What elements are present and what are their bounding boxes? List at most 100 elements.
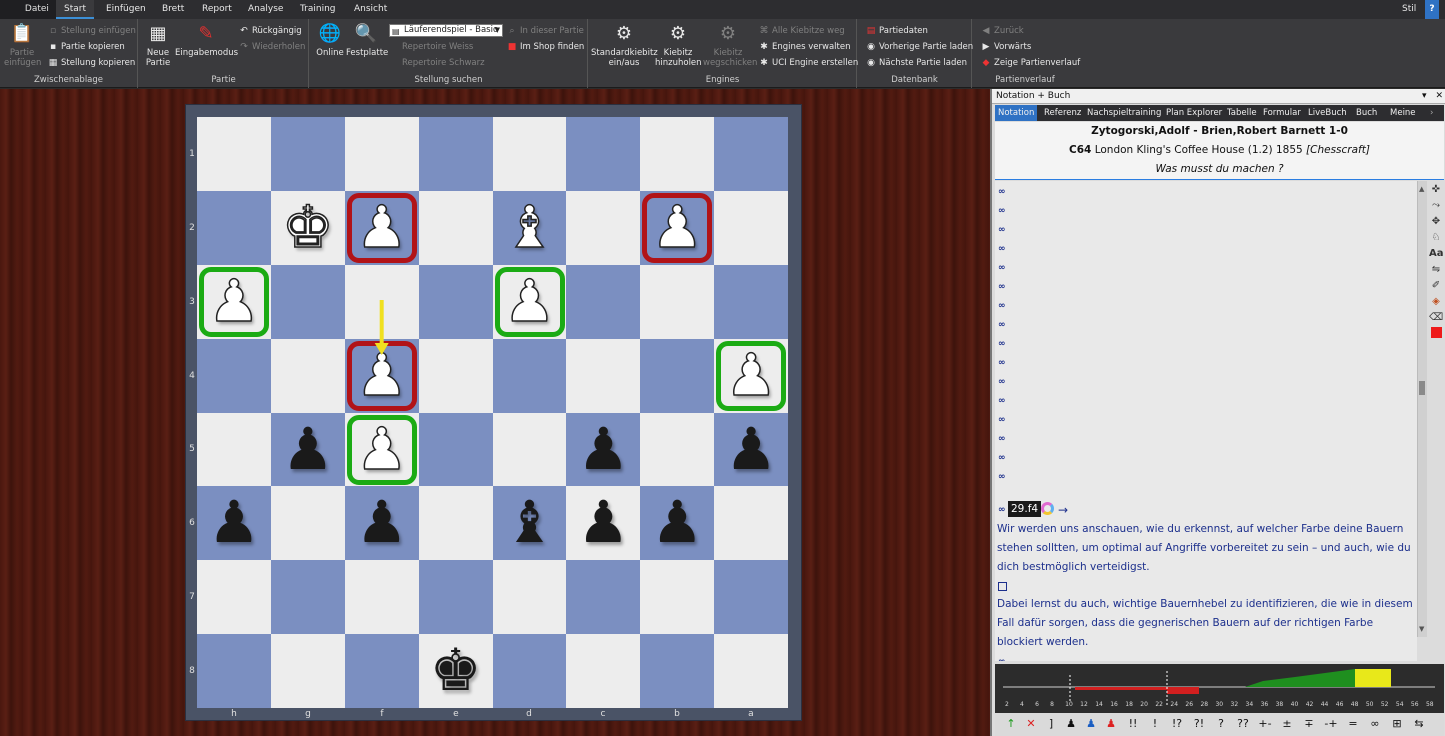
annotation-symbol-button[interactable]: +-	[1255, 715, 1275, 733]
in-this-game-button[interactable]: ⌕ In dieser Partie	[507, 24, 583, 38]
previous-game-button[interactable]: ◉ Vorherige Partie laden	[866, 40, 973, 54]
unclear-marker: ∞	[998, 187, 1006, 197]
accept-icon[interactable]: ↑	[1003, 715, 1019, 733]
annotation-symbol-button[interactable]: !?	[1167, 715, 1187, 733]
tab-buch[interactable]: Buch	[1353, 105, 1380, 121]
tab-ansicht[interactable]: Ansicht	[346, 0, 395, 19]
annotation-symbol-button[interactable]: ??	[1233, 715, 1253, 733]
tab-einfuegen[interactable]: Einfügen	[98, 0, 154, 19]
search-database-combo[interactable]: ▤ Läuferendspiel - Basic ▼	[389, 24, 503, 37]
delete-icon[interactable]: ✕	[1023, 715, 1039, 733]
toolbar-eraser-icon[interactable]: ⌫	[1429, 311, 1443, 325]
tab-start[interactable]: Start	[56, 0, 94, 19]
unclear-marker: ∞	[998, 358, 1006, 368]
copy-game-button[interactable]: ▪ Partie kopieren	[48, 40, 125, 54]
annotation-symbol-button[interactable]: -+	[1321, 715, 1341, 733]
eval-tick-label: 28	[1200, 701, 1209, 708]
copy-icon: ▪	[49, 42, 57, 52]
tab-livebuch[interactable]: LiveBuch	[1305, 105, 1350, 121]
file-label: g	[305, 709, 311, 719]
tab-formular[interactable]: Formular	[1260, 105, 1304, 121]
toolbar-annotate-icon[interactable]: ✜	[1429, 183, 1443, 197]
remove-kibitz-button[interactable]: ⚙ Kiebitz wegschicken	[703, 22, 757, 68]
toolbar-knight-icon[interactable]: ♘	[1429, 231, 1443, 245]
toolbar-arrows-icon[interactable]: ✥	[1429, 215, 1443, 229]
history-back-button[interactable]: ◀ Zurück	[981, 24, 1024, 38]
online-search-button[interactable]: 🌐 Online	[314, 22, 346, 58]
annotation-symbol-button[interactable]: ⊞	[1387, 715, 1407, 733]
toolbar-color-icon[interactable]	[1431, 327, 1442, 338]
new-game-button[interactable]: ▦ Neue Partie	[141, 22, 175, 68]
annotation-symbol-button[interactable]: ?	[1211, 715, 1231, 733]
input-mode-button[interactable]: ✎ Eingabemodus	[175, 22, 238, 58]
repertoire-black-button[interactable]: Repertoire Schwarz	[389, 56, 485, 70]
chess-board[interactable]: ♚ ♟ ♝ ♟ ♟ ♟ ♟ ♟ ♟ ♟ ♟ ♟ ♟ ♟ ♝ ♟ ♟ ♚	[197, 117, 788, 708]
annotation-symbol-button[interactable]: ?!	[1189, 715, 1209, 733]
undo-button[interactable]: ↶ Rückgängig	[239, 24, 301, 38]
harddisk-search-button[interactable]: 🔍 Festplatte	[346, 22, 388, 58]
toolbar-tree-icon[interactable]: ⇋	[1429, 263, 1443, 277]
add-kibitz-button[interactable]: ⚙ Kiebitz hinzuholen	[655, 22, 702, 68]
paste-position-button[interactable]: ▫ Stellung einfügen	[48, 24, 136, 38]
evaluation-graph[interactable]: 2 4 6 8 10 12 14 16 18 20 22 24 26 28 30 32 34 36 38 40 42 44…	[995, 661, 1444, 713]
tab-tabelle[interactable]: Tabelle	[1224, 105, 1260, 121]
tab-referenz[interactable]: Referenz	[1041, 105, 1084, 121]
tab-plan-explorer[interactable]: Plan Explorer	[1163, 105, 1225, 121]
tab-scroll-icon[interactable]: ›	[1427, 105, 1436, 121]
next-game-button[interactable]: ◉ Nächste Partie laden	[866, 56, 967, 70]
piece-red-icon[interactable]: ♟	[1103, 715, 1119, 733]
notation-scrollbar[interactable]: ▲ ▼	[1417, 181, 1427, 637]
toolbar-variation-icon[interactable]: ⤳	[1429, 199, 1443, 213]
all-kibitz-away-button[interactable]: ⌘ Alle Kiebitze weg	[759, 24, 845, 38]
style-menu[interactable]: Stil	[1402, 0, 1416, 19]
bracket-icon[interactable]: ]	[1043, 715, 1059, 733]
game-data-button[interactable]: ▤ Partiedaten	[866, 24, 928, 38]
tab-report[interactable]: Report	[194, 0, 240, 19]
tab-nachspieltraining[interactable]: Nachspieltraining	[1084, 105, 1164, 121]
scroll-thumb[interactable]	[1419, 381, 1425, 395]
show-history-button[interactable]: ◆ Zeige Partienverlauf	[981, 56, 1081, 70]
help-icon[interactable]: ?	[1425, 0, 1439, 19]
current-move[interactable]: 29.f4	[1008, 501, 1042, 517]
panel-menu-icon[interactable]: ▾	[1422, 91, 1427, 101]
paste-game-button[interactable]: 📋 Partie einfügen	[4, 22, 41, 68]
annotation-symbol-button[interactable]: !	[1145, 715, 1165, 733]
tab-analyse[interactable]: Analyse	[240, 0, 291, 19]
find-in-shop-button[interactable]: ■ Im Shop finden	[507, 40, 585, 54]
tab-training[interactable]: Training	[292, 0, 344, 19]
notation-text[interactable]: ∞ ∞ ∞ ∞ ∞ ∞ ∞ ∞ ∞ ∞ ∞ ∞ ∞ ∞ ∞ ∞ ∞ 29.f4 …	[995, 181, 1417, 736]
annotation-symbol-button[interactable]: ±	[1277, 715, 1297, 733]
tab-meine[interactable]: Meine	[1387, 105, 1419, 121]
eval-tick-label: 48	[1350, 701, 1359, 708]
eval-tick-label: 18	[1125, 701, 1133, 708]
history-forward-button[interactable]: ▶ Vorwärts	[981, 40, 1032, 54]
tab-brett[interactable]: Brett	[154, 0, 192, 19]
eval-tick-label: 40	[1290, 701, 1299, 708]
tab-notation[interactable]: Notation	[995, 105, 1038, 121]
annotation-symbol-button[interactable]: ∓	[1299, 715, 1319, 733]
toolbar-font-icon[interactable]: Aa	[1429, 247, 1444, 261]
redo-button[interactable]: ↷ Wiederholen	[239, 40, 305, 54]
unclear-marker: ∞	[998, 453, 1006, 463]
scroll-down-icon[interactable]: ▼	[1419, 625, 1424, 633]
create-uci-engine-button[interactable]: ✱ UCI Engine erstellen	[759, 56, 858, 70]
diagram-checkbox[interactable]	[998, 582, 1007, 591]
manage-engines-button[interactable]: ✱ Engines verwalten	[759, 40, 850, 54]
pawn-icon[interactable]: ♟	[1063, 715, 1079, 733]
toolbar-pen-icon[interactable]: ✐	[1429, 279, 1443, 293]
annotation-symbol-button[interactable]: ∞	[1365, 715, 1385, 733]
rank-label: 6	[189, 518, 195, 528]
piece-blue-icon[interactable]: ♟	[1083, 715, 1099, 733]
annotation-symbol-button[interactable]: =	[1343, 715, 1363, 733]
move-arrow	[374, 300, 389, 355]
close-icon[interactable]: ✕	[1435, 91, 1443, 101]
annotation-symbol-button[interactable]: ⇆	[1409, 715, 1429, 733]
scroll-up-icon[interactable]: ▲	[1419, 185, 1424, 193]
eval-tick-label: 32	[1230, 701, 1239, 708]
annotation-symbol-button[interactable]: !!	[1123, 715, 1143, 733]
toolbar-training-icon[interactable]: ◈	[1429, 295, 1443, 309]
copy-position-button[interactable]: ▦ Stellung kopieren	[48, 56, 136, 70]
standard-kibitz-toggle[interactable]: ⚙ Standardkiebitz ein/aus	[591, 22, 658, 68]
magnifier-board-icon: 🔍	[354, 23, 378, 44]
repertoire-white-button[interactable]: Repertoire Weiss	[389, 40, 473, 54]
